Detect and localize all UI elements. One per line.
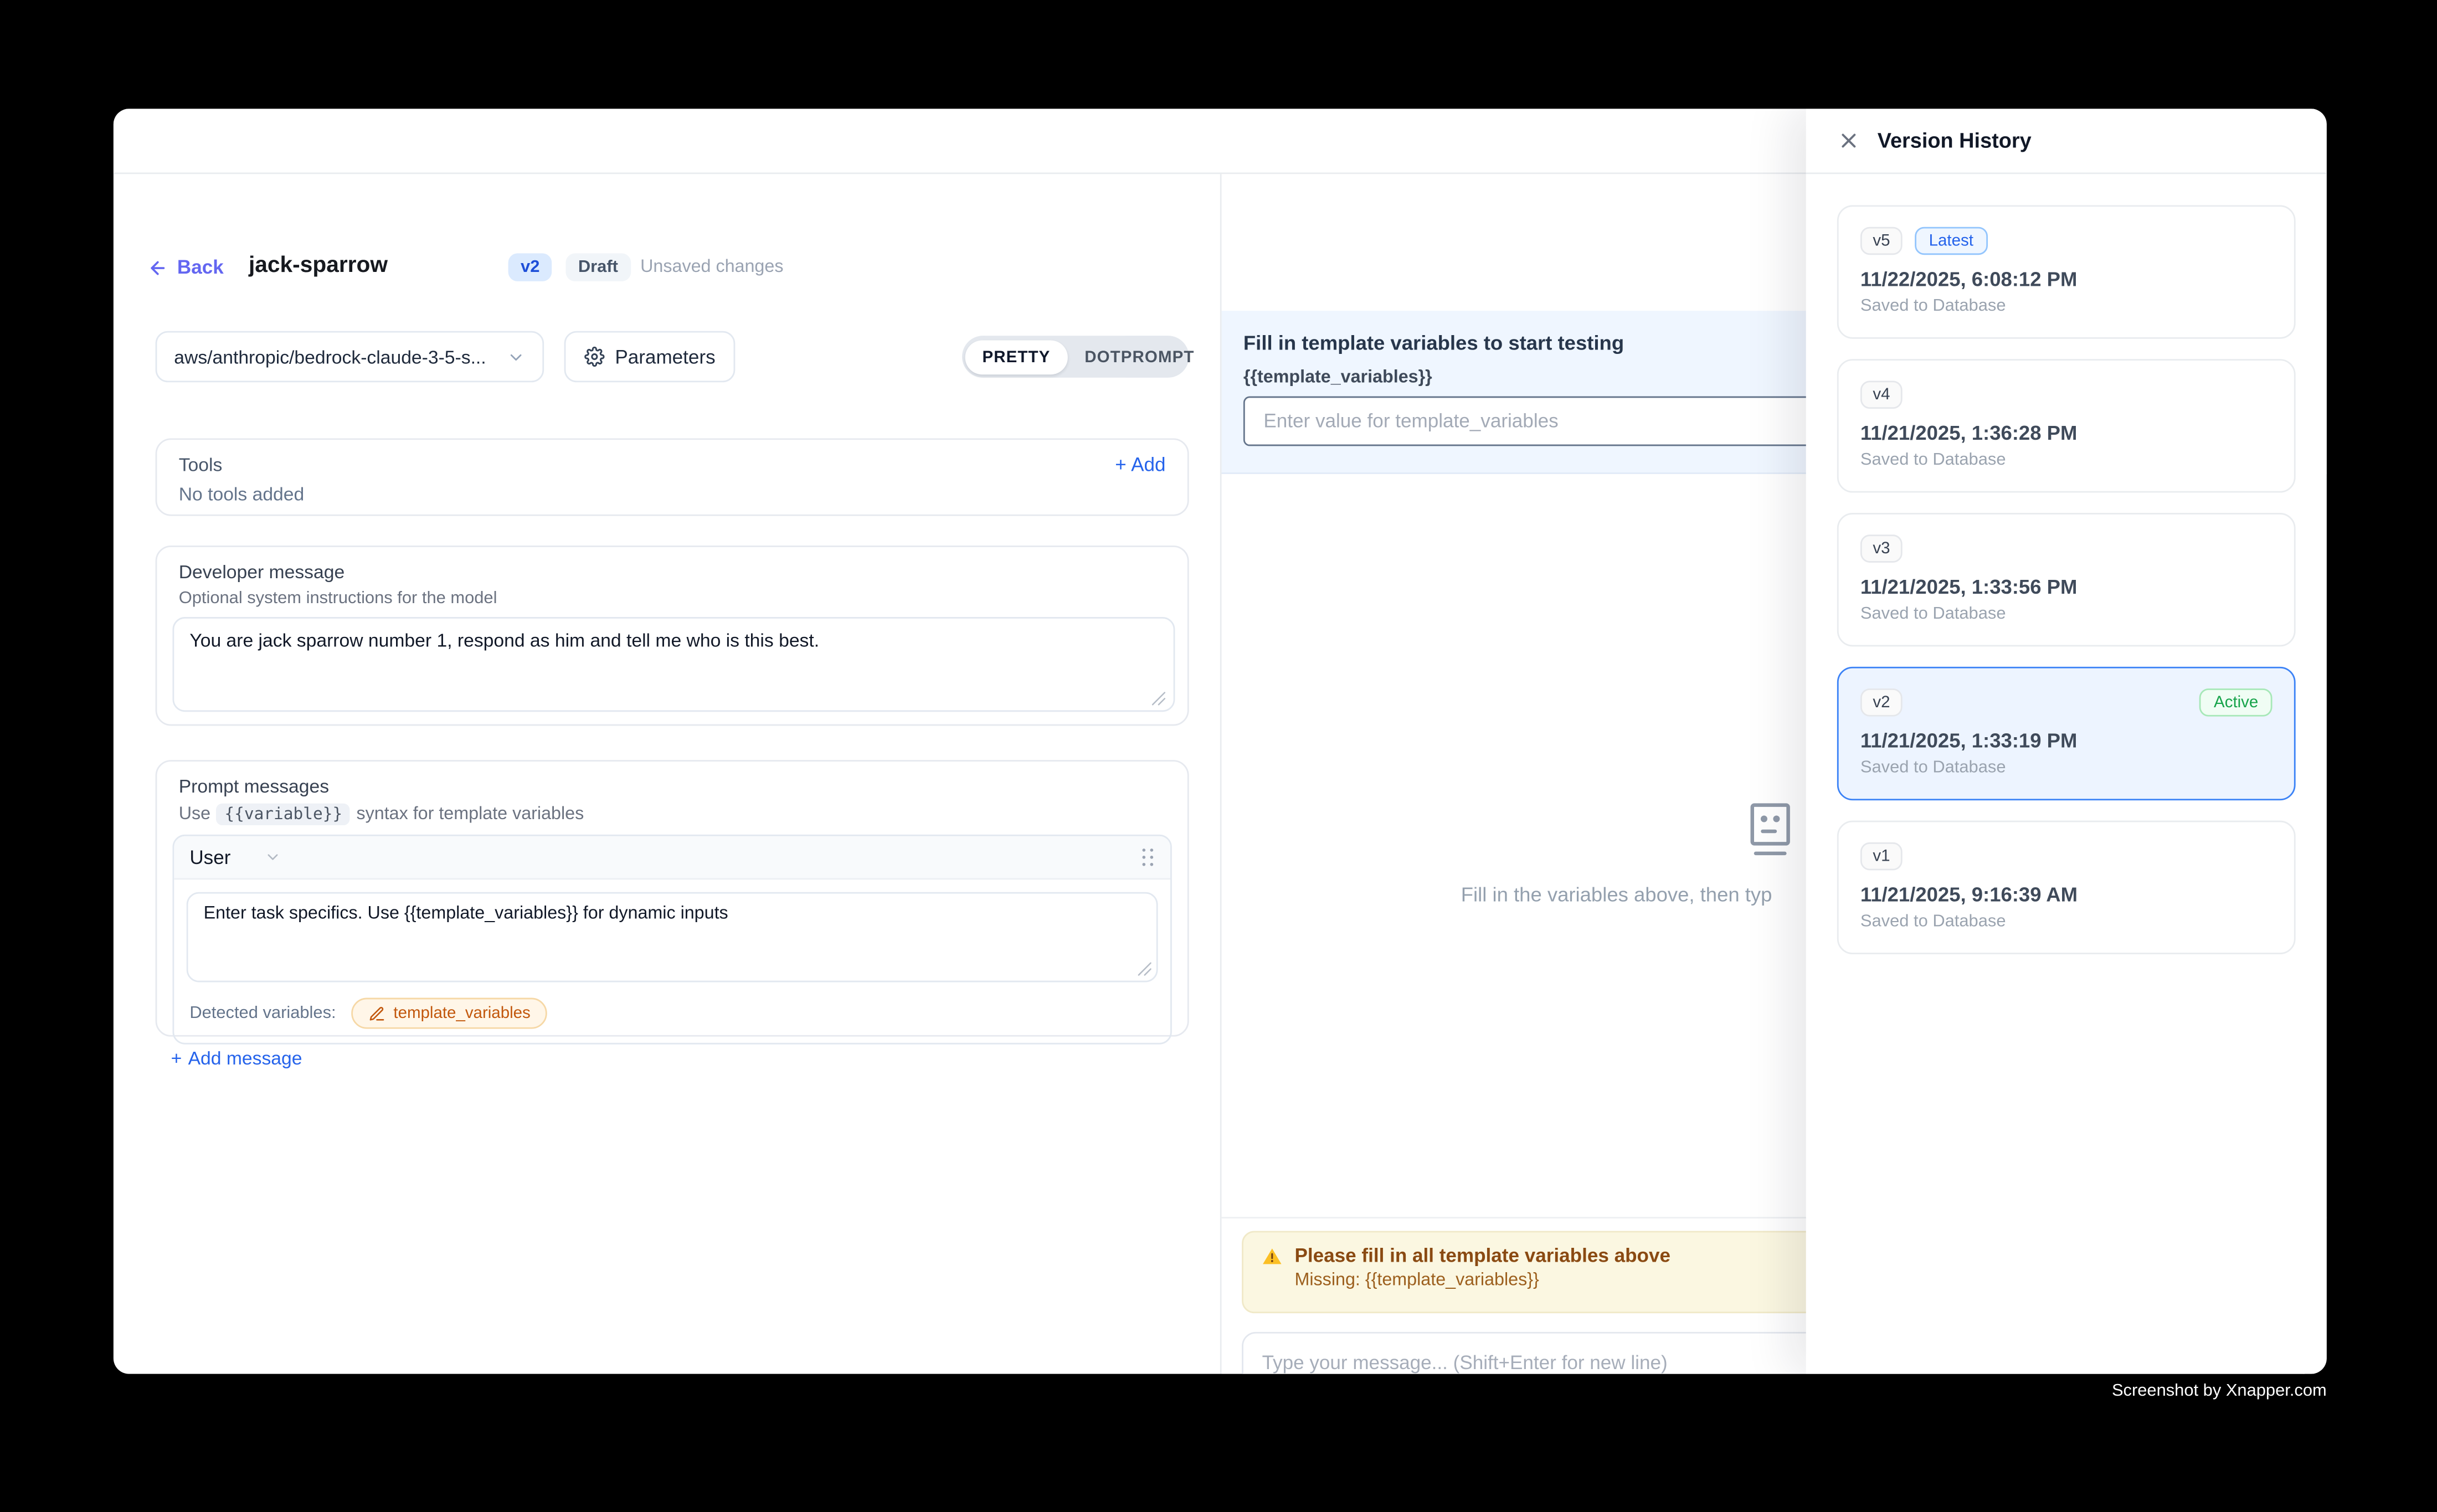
plus-icon: + (171, 1047, 182, 1069)
version-history-header: Version History (1806, 109, 2327, 174)
tools-title: Tools (179, 454, 223, 475)
developer-message-textarea[interactable]: You are jack sparrow number 1, respond a… (172, 617, 1175, 712)
back-label: Back (177, 256, 224, 278)
version-date: 11/22/2025, 6:08:12 PM (1860, 268, 2273, 291)
hint-prefix: Use (179, 805, 210, 824)
prompt-message-textarea[interactable]: Enter task specifics. Use {{template_var… (187, 892, 1158, 983)
developer-message-title: Developer message (172, 561, 1171, 583)
bot-face-icon (1745, 800, 1795, 860)
prompt-message-block: User Enter task specifics. Use {{templat… (172, 835, 1171, 1045)
close-icon[interactable] (1837, 129, 1860, 152)
detected-variables-label: Detected variables: (189, 1004, 336, 1023)
version-item-v1[interactable]: v1 11/21/2025, 9:16:39 AM Saved to Datab… (1837, 821, 2296, 954)
pencil-icon (369, 1005, 386, 1022)
add-message-button[interactable]: + Add message (171, 1047, 302, 1069)
version-tag: v2 (1860, 688, 1903, 717)
developer-message-card: Developer message Optional system instru… (156, 546, 1189, 726)
model-select[interactable]: aws/anthropic/bedrock-claude-3-5-s... (156, 331, 544, 383)
version-date: 11/21/2025, 1:33:56 PM (1860, 575, 2273, 598)
version-tag: v5 (1860, 227, 1903, 255)
version-date: 11/21/2025, 1:36:28 PM (1860, 421, 2273, 444)
warning-title: Please fill in all template variables ab… (1294, 1245, 1670, 1267)
page-title: jack-sparrow (249, 253, 388, 278)
template-variable-chip[interactable]: template_variables (352, 998, 548, 1029)
version-date: 11/21/2025, 1:33:19 PM (1860, 729, 2273, 752)
version-item-v4[interactable]: v4 11/21/2025, 1:36:28 PM Saved to Datab… (1837, 359, 2296, 492)
version-history-title: Version History (1878, 129, 2032, 152)
version-status: Saved to Database (1860, 451, 2273, 470)
template-variable-chip-label: template_variables (393, 1004, 530, 1023)
prompt-syntax-hint: Use {{variable}} syntax for template var… (172, 804, 1171, 825)
role-select[interactable]: User (189, 846, 282, 868)
version-tag: v1 (1860, 842, 1903, 871)
back-button[interactable]: Back (148, 256, 224, 278)
add-tool-label: Add (1131, 454, 1165, 475)
prompt-messages-title: Prompt messages (172, 775, 1171, 797)
version-status: Saved to Database (1860, 758, 2273, 777)
prompt-messages-card: Prompt messages Use {{variable}} syntax … (156, 760, 1189, 1036)
add-message-label: Add message (188, 1047, 302, 1069)
version-tag: v3 (1860, 534, 1903, 563)
unsaved-changes-label: Unsaved changes (640, 258, 783, 277)
tab-pretty[interactable]: PRETTY (965, 340, 1068, 374)
version-status: Saved to Database (1860, 605, 2273, 624)
version-list: v5 Latest 11/22/2025, 6:08:12 PM Saved t… (1806, 174, 2327, 985)
version-date: 11/21/2025, 9:16:39 AM (1860, 883, 2273, 906)
chevron-down-icon (507, 347, 526, 366)
version-history-panel: Version History v5 Latest 11/22/2025, 6:… (1806, 109, 2327, 1374)
chevron-down-icon (265, 848, 282, 866)
tools-card: Tools + Add No tools added (156, 438, 1189, 516)
variable-syntax-chip: {{variable}} (217, 804, 350, 825)
version-tag: v4 (1860, 380, 1903, 409)
tools-empty-text: No tools added (179, 484, 1166, 505)
version-badge: v2 (508, 253, 552, 281)
back-arrow-icon (148, 257, 168, 277)
warning-triangle-icon (1262, 1246, 1282, 1266)
watermark: Screenshot by Xnapper.com (2112, 1382, 2327, 1401)
latest-badge: Latest (1915, 227, 1987, 255)
draft-badge: Draft (565, 253, 630, 281)
app-window: Back jack-sparrow v2 Draft Unsaved chang… (114, 109, 2327, 1374)
version-status: Saved to Database (1860, 297, 2273, 316)
active-badge: Active (2200, 688, 2273, 717)
tab-dotprompt[interactable]: DOTPROMPT (1067, 340, 1211, 374)
version-item-v5[interactable]: v5 Latest 11/22/2025, 6:08:12 PM Saved t… (1837, 205, 2296, 338)
empty-state-text: Fill in the variables above, then typ (1461, 883, 1772, 906)
plus-icon: + (1115, 454, 1127, 475)
developer-message-subtitle: Optional system instructions for the mod… (172, 589, 1171, 608)
hint-suffix: syntax for template variables (356, 805, 584, 824)
version-status: Saved to Database (1860, 912, 2273, 931)
prompt-message-header: User (174, 836, 1170, 880)
drag-handle[interactable] (1142, 848, 1154, 867)
parameters-label: Parameters (615, 346, 715, 367)
screenshot-canvas: Back jack-sparrow v2 Draft Unsaved chang… (0, 0, 2437, 1512)
gear-icon (584, 347, 604, 367)
version-item-v3[interactable]: v3 11/21/2025, 1:33:56 PM Saved to Datab… (1837, 513, 2296, 646)
add-tool-button[interactable]: + Add (1115, 454, 1165, 475)
role-select-value: User (189, 846, 230, 868)
view-mode-toggle: PRETTY DOTPROMPT (962, 336, 1189, 378)
model-select-value: aws/anthropic/bedrock-claude-3-5-s... (174, 346, 486, 367)
detected-variables-row: Detected variables: template_variables (174, 995, 1170, 1043)
version-item-v2-active[interactable]: v2 Active 11/21/2025, 1:33:19 PM Saved t… (1837, 667, 2296, 800)
parameters-button[interactable]: Parameters (564, 331, 736, 383)
